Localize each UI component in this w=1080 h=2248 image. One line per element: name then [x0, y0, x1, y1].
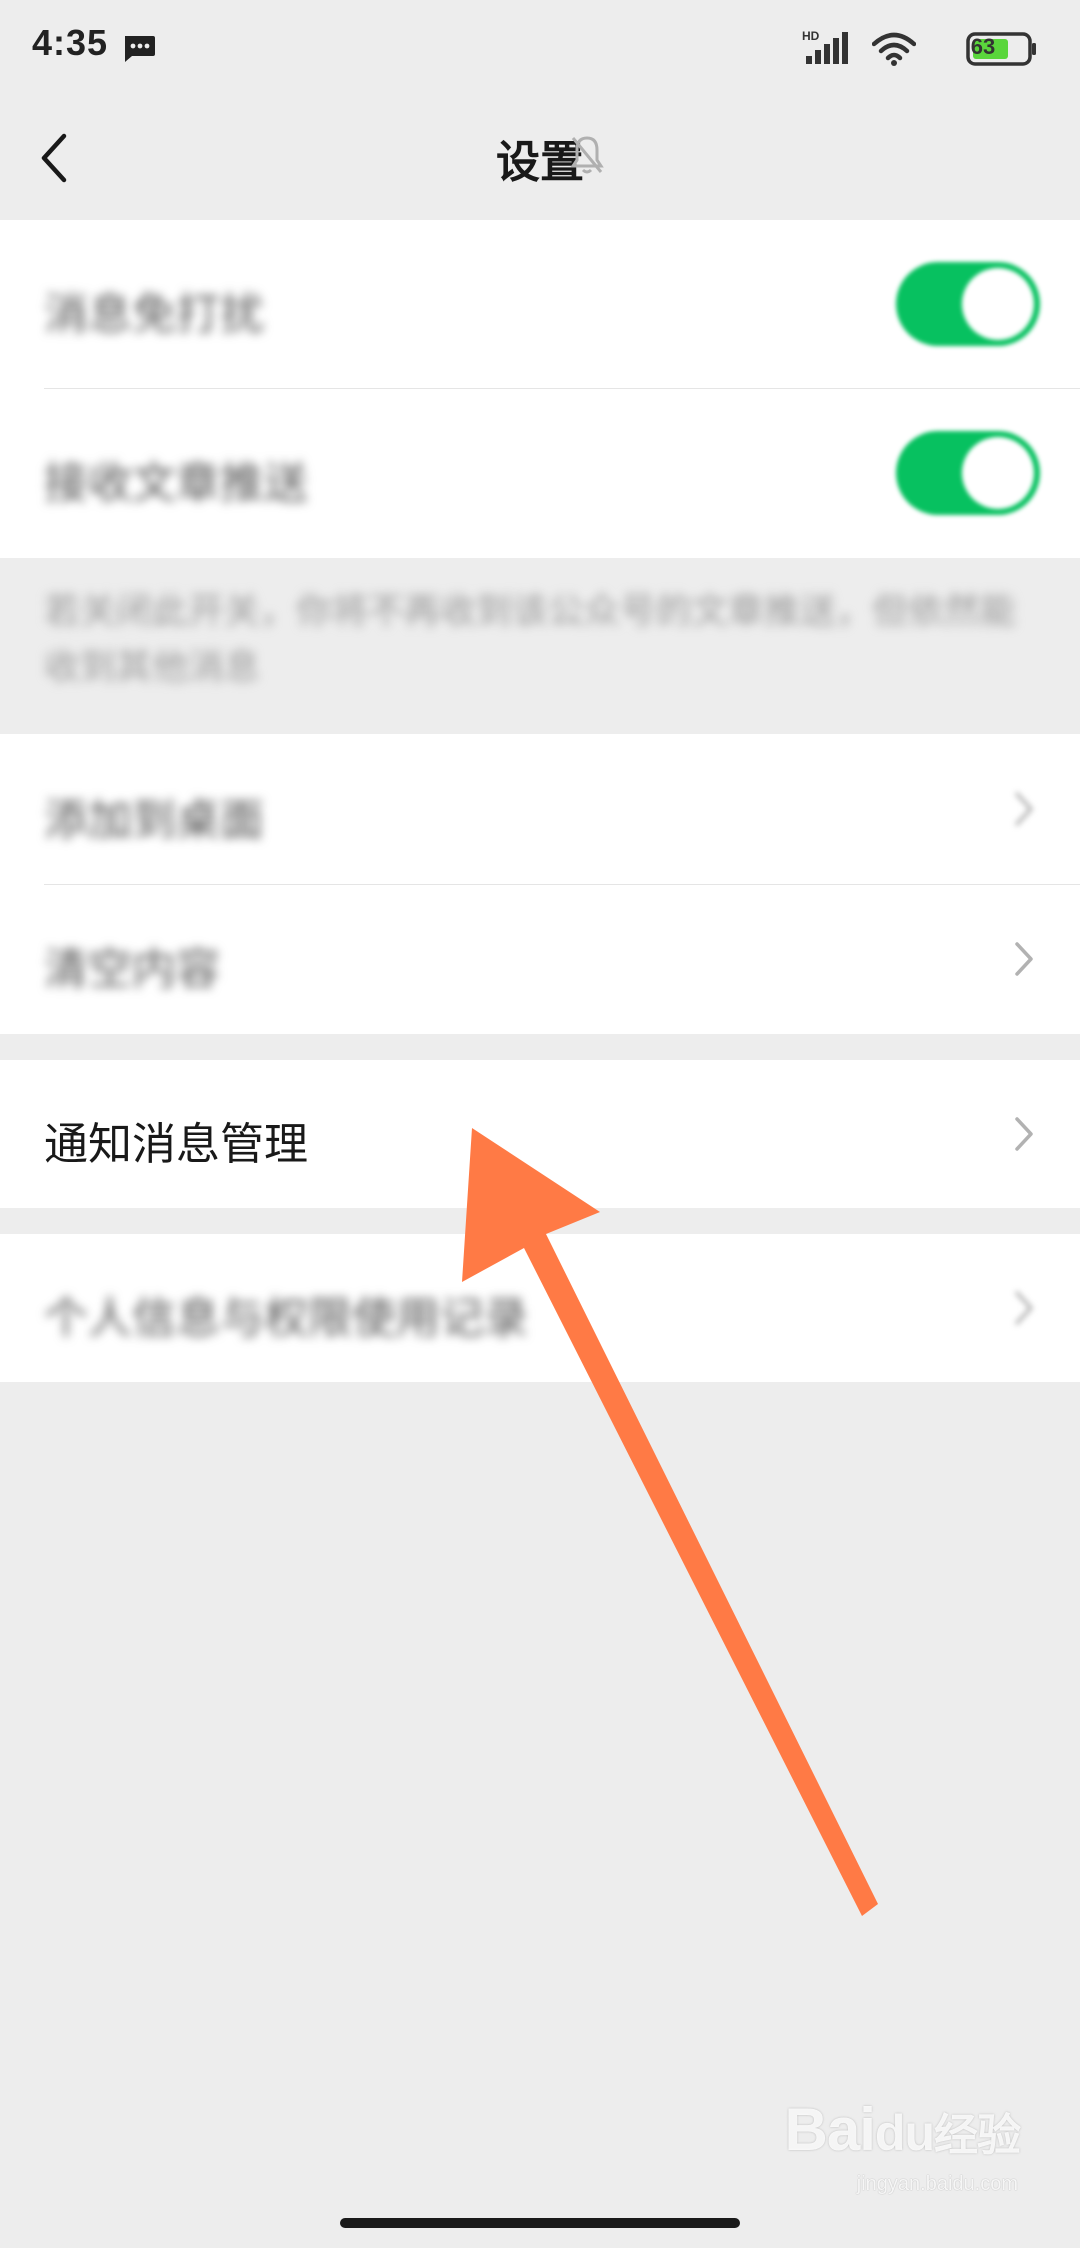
- toggle-knob: [962, 437, 1034, 509]
- notification-management-row[interactable]: 通知消息管理: [0, 1060, 1080, 1208]
- mute-bell-icon: [568, 134, 606, 180]
- status-indicators: HD 63: [802, 26, 1038, 70]
- status-bar: 4:35 HD 63: [0, 0, 1080, 96]
- status-time: 4:35: [32, 22, 109, 63]
- baidu-watermark: Baidu经验: [784, 2095, 1021, 2164]
- paw-icon: du: [874, 2105, 935, 2161]
- cellular-signal-icon: HD: [802, 28, 850, 70]
- chevron-right-icon: [1012, 1288, 1036, 1328]
- actions-group: 添加到桌面 清空内容: [0, 734, 1080, 1034]
- toggle-description: 若关闭此开关，你将不再收到该公众号的文章推送，但依然能收到其他消息: [44, 591, 1017, 688]
- network-type-label: HD: [802, 29, 820, 43]
- page-title: 设置: [496, 137, 584, 188]
- battery-level: 63: [970, 34, 996, 59]
- message-icon: [122, 34, 156, 68]
- privacy-group: 个人信息与权限使用记录: [0, 1234, 1080, 1382]
- add-to-desktop-row[interactable]: 添加到桌面: [0, 734, 1080, 884]
- mute-notifications-label: 消息免打扰: [44, 289, 264, 340]
- receive-articles-label: 接收文章推送: [44, 458, 308, 509]
- add-to-desktop-label: 添加到桌面: [44, 795, 264, 846]
- mute-notifications-toggle[interactable]: [896, 262, 1040, 346]
- watermark-brand2: 经验: [934, 2111, 1021, 2160]
- receive-articles-row[interactable]: 接收文章推送: [0, 389, 1080, 558]
- watermark-brand: Bai: [784, 2096, 876, 2163]
- receive-articles-toggle[interactable]: [896, 431, 1040, 515]
- wifi-icon: [871, 32, 917, 70]
- privacy-records-row[interactable]: 个人信息与权限使用记录: [0, 1234, 1080, 1382]
- watermark-url: jingyan.baidu.com: [856, 2173, 1018, 2195]
- chevron-right-icon: [1012, 939, 1036, 979]
- notification-toggle-group: 消息免打扰 接收文章推送: [0, 220, 1080, 558]
- privacy-records-label: 个人信息与权限使用记录: [44, 1293, 528, 1344]
- home-indicator[interactable]: [340, 2218, 740, 2228]
- chevron-right-icon: [1012, 1114, 1036, 1154]
- clear-content-row[interactable]: 清空内容: [0, 885, 1080, 1034]
- clear-content-label: 清空内容: [44, 944, 220, 995]
- navigation-bar: 设置: [0, 96, 1080, 220]
- notification-management-label: 通知消息管理: [44, 1119, 308, 1170]
- notification-management-group: 通知消息管理: [0, 1060, 1080, 1208]
- mute-notifications-row[interactable]: 消息免打扰: [0, 220, 1080, 388]
- chevron-right-icon: [1012, 789, 1036, 829]
- toggle-knob: [962, 268, 1034, 340]
